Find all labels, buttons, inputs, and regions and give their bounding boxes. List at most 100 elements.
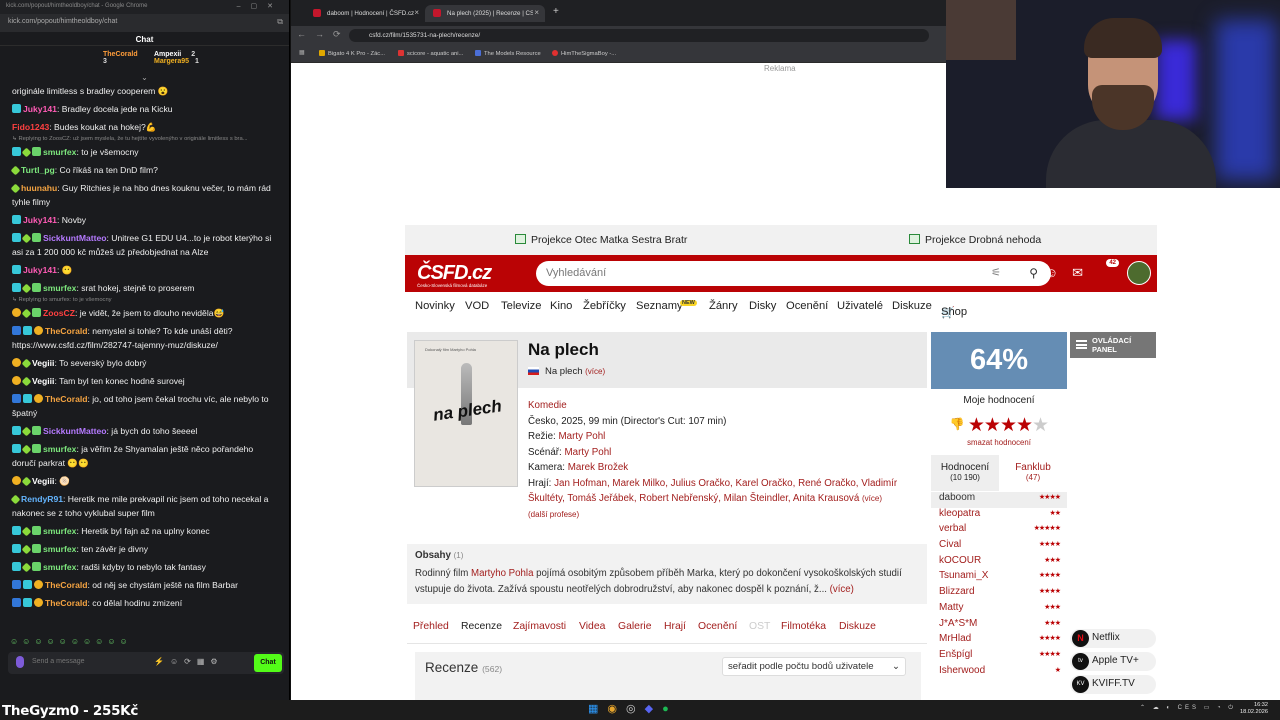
- bookmark-4[interactable]: HimTheSigmaBoy -...: [552, 50, 616, 57]
- film-poster[interactable]: Dokonalý film Martyho Pohla na plech: [414, 340, 518, 487]
- cast-more-link[interactable]: (více): [862, 494, 882, 503]
- star-icon[interactable]: ★: [1000, 415, 1017, 436]
- tab-zajimavosti[interactable]: Zajímavosti: [513, 621, 566, 632]
- nav-novinky[interactable]: Novinky: [415, 300, 455, 312]
- chat-username[interactable]: Juky141: [23, 215, 57, 225]
- system-tray[interactable]: ⌃ ☁ ◐ CES ▭ ◔ ⏻: [1140, 704, 1236, 712]
- rating-username[interactable]: J*A*S*M: [939, 618, 977, 629]
- close-tab-icon[interactable]: ×: [534, 8, 539, 17]
- user-rating-row[interactable]: MrHlad ★★★★: [931, 633, 1067, 649]
- chat-username[interactable]: ZoosCZ: [43, 308, 75, 318]
- user-rating-row[interactable]: verbal ★★★★★: [931, 523, 1067, 539]
- chat-username[interactable]: smurfex: [43, 526, 76, 536]
- chat-username[interactable]: smurfex: [43, 147, 76, 157]
- close-tab-icon[interactable]: ×: [414, 8, 419, 17]
- spotify-icon[interactable]: ●: [662, 703, 678, 715]
- obs-icon[interactable]: ◎: [626, 703, 645, 715]
- chrome-icon[interactable]: ◉: [607, 703, 626, 715]
- chat-username[interactable]: huunahu: [21, 183, 57, 193]
- rating-username[interactable]: MrHlad: [939, 633, 971, 644]
- bookmark-1[interactable]: Bigato 4 K Pro - Zác...: [319, 50, 385, 57]
- rating-username[interactable]: kleopatra: [939, 508, 980, 519]
- chat-username[interactable]: Vegiii: [32, 476, 54, 486]
- window-controls[interactable]: –▢✕: [237, 2, 283, 10]
- tab-oceneni[interactable]: Ocenění: [698, 621, 737, 632]
- chat-username[interactable]: SickkuntMatteo: [43, 426, 107, 436]
- emote-bar[interactable]: ☺☺☺☺☺☺☺☺☺☺: [10, 637, 132, 646]
- rating-username[interactable]: daboom: [939, 492, 975, 503]
- user-avatar[interactable]: [1127, 261, 1151, 285]
- address-bar[interactable]: csfd.cz/film/1535731-na-plech/recenze/: [349, 29, 929, 42]
- director-link[interactable]: Marty Pohl: [559, 431, 606, 442]
- user-rating-row[interactable]: kleopatra ★★: [931, 508, 1067, 524]
- bookmark-2[interactable]: scicore - aquatic ani...: [398, 50, 463, 57]
- rating-username[interactable]: Matty: [939, 602, 963, 613]
- plot-more-link[interactable]: (více): [830, 584, 854, 595]
- vod-netflix[interactable]: N Netflix: [1070, 629, 1156, 648]
- header-icons[interactable]: ▯☺✉: [1024, 265, 1097, 281]
- camera-link[interactable]: Marek Brožek: [568, 462, 628, 473]
- chat-username[interactable]: smurfex: [43, 444, 76, 454]
- user-rating-row[interactable]: Blizzard ★★★★: [931, 586, 1067, 602]
- cast-links[interactable]: Jan Hofman, Marek Milko, Julius Oračko, …: [528, 478, 897, 505]
- vod-kviff[interactable]: KV KVIFF.TV: [1070, 675, 1156, 694]
- rating-username[interactable]: kOCOUR: [939, 555, 981, 566]
- plot-author-link[interactable]: Martyho Pohla: [471, 568, 533, 579]
- reviews-sort-select[interactable]: seřadit podle počtu bodů uživatele ⌄: [722, 657, 906, 676]
- bookmark-3[interactable]: The Models Resource: [475, 50, 541, 57]
- tab-hodnoceni[interactable]: Hodnocení (10 190): [931, 455, 999, 491]
- nav-disky[interactable]: Disky: [749, 300, 776, 312]
- chat-username[interactable]: Fido1243: [12, 122, 49, 132]
- user-rating-row[interactable]: Matty ★★★: [931, 602, 1067, 618]
- csfd-logo[interactable]: ČSFD.cz Česko-Slovenská filmová databáze: [417, 262, 492, 288]
- tab-daboom[interactable]: daboom | Hodnocení | ČSFD.cz ×: [305, 5, 425, 22]
- star-icon[interactable]: ★: [968, 415, 985, 436]
- chat-username[interactable]: RendyR91: [21, 494, 63, 504]
- my-rating-stars[interactable]: 👎 ★★★★★: [931, 414, 1067, 437]
- star-icon[interactable]: ★: [1016, 415, 1033, 436]
- chat-input[interactable]: [32, 658, 123, 665]
- search-box[interactable]: Vyhledávání ⚟ ⚲: [536, 261, 1051, 286]
- promo-link-2[interactable]: Projekce Drobná nehoda: [909, 234, 1041, 246]
- chat-username[interactable]: Vegiii: [32, 376, 54, 386]
- orig-more-link[interactable]: (více): [585, 367, 605, 376]
- nav-oceneni[interactable]: Ocenění: [786, 300, 828, 312]
- star-icon[interactable]: ★: [1032, 415, 1049, 436]
- rating-username[interactable]: Tsunami_X: [939, 570, 988, 581]
- nav-televize[interactable]: Televize: [501, 300, 541, 312]
- vod-appletv[interactable]: tv Apple TV+: [1070, 652, 1156, 671]
- user-rating-row[interactable]: Tsunami_X ★★★★: [931, 570, 1067, 586]
- chat-username[interactable]: TheCorald: [45, 394, 88, 404]
- windows-start-icon[interactable]: ▦: [588, 703, 607, 715]
- new-tab-icon[interactable]: +: [553, 6, 559, 17]
- rating-username[interactable]: verbal: [939, 523, 966, 534]
- tab-recenze[interactable]: Recenze: [461, 621, 502, 632]
- chat-username[interactable]: smurfex: [43, 562, 76, 572]
- star-icon[interactable]: ★: [984, 415, 1001, 436]
- chat-username[interactable]: smurfex: [43, 283, 76, 293]
- nav-seznamy[interactable]: Seznamy: [636, 300, 683, 312]
- user-rating-row[interactable]: Isherwood ★: [931, 665, 1067, 681]
- nav-buttons[interactable]: ←→⟳: [297, 29, 350, 40]
- rating-username[interactable]: Enšpígl: [939, 649, 972, 660]
- chat-username[interactable]: Vegiii: [32, 358, 54, 368]
- nav-uzivatele[interactable]: Uživatelé: [837, 300, 883, 312]
- chat-url-bar[interactable]: kick.com/popout/himtheoldboy/chat ⧉: [0, 14, 289, 32]
- tab-hraji[interactable]: Hrají: [664, 621, 686, 632]
- nav-vod[interactable]: VOD: [465, 300, 489, 312]
- nav-zanry[interactable]: Žánry: [709, 300, 738, 312]
- chat-username[interactable]: smurfex: [43, 544, 76, 554]
- apps-icon[interactable]: ▦: [299, 50, 304, 56]
- chat-send-button[interactable]: Chat: [254, 654, 282, 672]
- tab-diskuze[interactable]: Diskuze: [839, 621, 876, 632]
- chat-username[interactable]: Turtl_pg: [21, 165, 55, 175]
- star-icons[interactable]: ★★★★★: [968, 415, 1049, 436]
- chat-username[interactable]: Juky141: [23, 265, 57, 275]
- delete-rating-link[interactable]: smazat hodnocení: [931, 438, 1067, 447]
- chat-username[interactable]: Juky141: [23, 104, 57, 114]
- film-genre[interactable]: Komedie: [528, 398, 923, 414]
- mic-icon[interactable]: [16, 656, 24, 668]
- user-rating-row[interactable]: J*A*S*M ★★★: [931, 618, 1067, 634]
- promo-link-1[interactable]: Projekce Otec Matka Sestra Bratr: [515, 234, 687, 246]
- chat-username[interactable]: TheCorald: [45, 598, 88, 608]
